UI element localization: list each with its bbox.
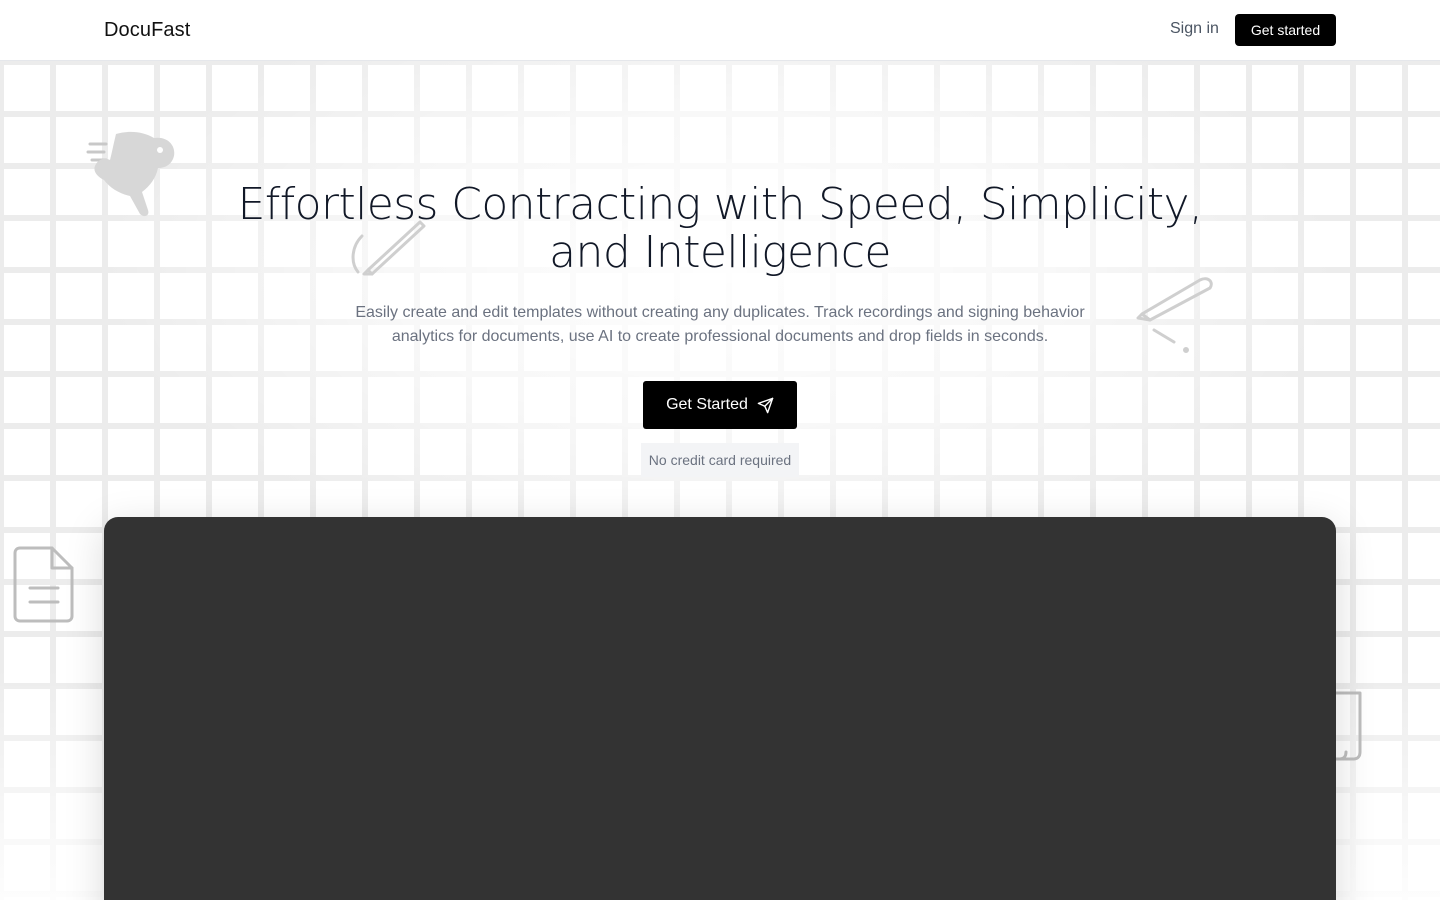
hero-get-started-button[interactable]: Get Started: [643, 381, 797, 429]
document-icon: [13, 546, 74, 623]
logo[interactable]: DocuFast: [104, 19, 190, 42]
product-demo-panel: [104, 517, 1336, 900]
nav-get-started-button[interactable]: Get started: [1235, 14, 1336, 46]
hero-cta-label: Get Started: [666, 396, 748, 413]
top-navigation: DocuFast Sign in Get started: [0, 0, 1440, 61]
rabbit-icon: [86, 131, 175, 217]
pen-icon: [1136, 277, 1213, 353]
no-credit-card-note: No credit card required: [641, 443, 799, 477]
hero-headline: Effortless Contracting with Speed, Simpl…: [237, 179, 1203, 278]
sign-in-link[interactable]: Sign in: [1170, 20, 1219, 38]
hero-subtext: Easily create and edit templates without…: [355, 304, 1085, 345]
send-icon: [757, 397, 774, 413]
